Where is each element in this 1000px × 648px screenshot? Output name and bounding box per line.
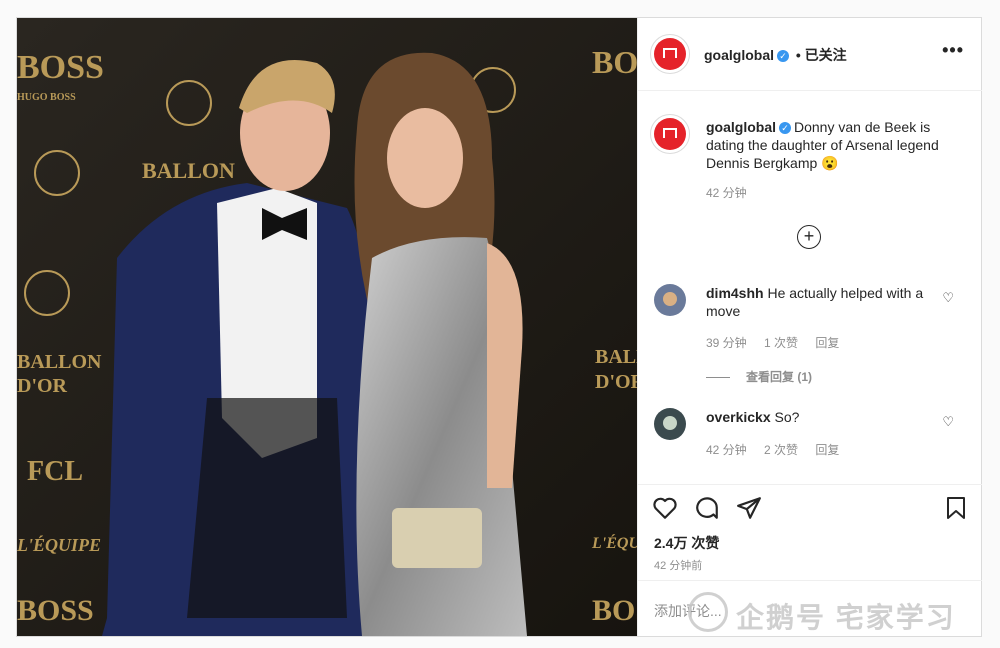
caption-time: 42 分钟 xyxy=(706,186,747,200)
logo-boss-bottom: BOSS xyxy=(17,594,94,627)
comment-username[interactable]: dim4shh xyxy=(706,285,764,301)
posted-time: 42 分钟前 xyxy=(654,560,703,572)
post-actions: 2.4万 次赞 42 分钟前 xyxy=(638,484,982,581)
logo-ballon-right: BALLON xyxy=(595,346,637,368)
logo-fcl: FCL xyxy=(27,456,83,487)
comment-item: overkickx So? xyxy=(706,408,936,426)
logo-lequipe: L'ÉQUIPE xyxy=(17,534,101,555)
comment-username[interactable]: overkickx xyxy=(706,409,771,425)
comment-item: dim4shh He actually helped with a move xyxy=(706,284,936,320)
logo-ballon: BALLON xyxy=(142,158,235,183)
instagram-post: BOSS HUGO BOSS BALLON BALLON D'OR FCL L'… xyxy=(16,17,982,637)
logo-dor: D'OR xyxy=(17,375,68,397)
comment-like-icon[interactable]: ♡ xyxy=(942,290,954,306)
comment-meta: 39 分钟 1 次赞 回复 xyxy=(706,334,853,351)
header-username[interactable]: goalglobal xyxy=(704,47,774,63)
comment-avatar[interactable] xyxy=(654,408,686,440)
load-more-comments-icon[interactable]: + xyxy=(797,225,821,249)
view-replies-label: 查看回复 (1) xyxy=(746,370,813,384)
comment-time: 42 分钟 xyxy=(706,443,747,457)
comment-meta: 42 分钟 2 次赞 回复 xyxy=(706,441,853,458)
logo-lequipe-right: L'ÉQUIPE xyxy=(591,533,637,552)
profile-avatar[interactable] xyxy=(650,34,690,74)
logo-boss-right-bottom: BOSS xyxy=(592,594,637,627)
comment-avatar[interactable] xyxy=(654,284,686,316)
watermark-text: 企鹅号 宅家学习 xyxy=(736,602,956,633)
logo-boss: BOSS xyxy=(17,49,104,86)
share-send-icon[interactable] xyxy=(736,495,762,521)
verified-badge-icon: ✓ xyxy=(779,122,791,135)
more-options-icon[interactable]: ••• xyxy=(942,40,964,61)
view-replies[interactable]: 查看回复 (1) xyxy=(706,368,812,385)
reply-button[interactable]: 回复 xyxy=(815,443,839,457)
watermark-penguin-icon xyxy=(688,592,728,632)
save-bookmark-icon[interactable] xyxy=(944,495,968,521)
verified-badge-icon: ✓ xyxy=(777,49,789,62)
comment-like-icon[interactable]: ♡ xyxy=(942,414,954,430)
comment-bubble-icon[interactable] xyxy=(694,495,720,521)
logo-ballon-2: BALLON xyxy=(17,351,102,373)
caption-username[interactable]: goalglobal xyxy=(706,119,776,135)
post-header: goalglobal ✓ • 已关注 ••• xyxy=(638,18,982,91)
comment-likes[interactable]: 2 次赞 xyxy=(764,443,798,457)
like-count[interactable]: 2.4万 次赞 xyxy=(654,533,719,553)
post-photo[interactable]: BOSS HUGO BOSS BALLON BALLON D'OR FCL L'… xyxy=(17,18,637,636)
comment-text: So? xyxy=(774,409,800,425)
logo-boss-right: BOSS xyxy=(592,44,637,80)
like-heart-icon[interactable] xyxy=(652,495,678,521)
post-side-panel: goalglobal ✓ • 已关注 ••• goalglobal ✓ Donny v… xyxy=(637,18,982,636)
post-caption: goalglobal ✓ Donny van de Beek is dating t… xyxy=(706,118,962,202)
logo-dor-right: D'OR xyxy=(595,371,637,393)
comment-likes[interactable]: 1 次赞 xyxy=(764,336,798,350)
caption-avatar[interactable] xyxy=(650,114,690,154)
reply-button[interactable]: 回复 xyxy=(815,336,839,350)
follow-status[interactable]: 已关注 xyxy=(805,47,847,63)
comment-time: 39 分钟 xyxy=(706,336,747,350)
logo-hugo-boss: HUGO BOSS xyxy=(17,92,76,103)
